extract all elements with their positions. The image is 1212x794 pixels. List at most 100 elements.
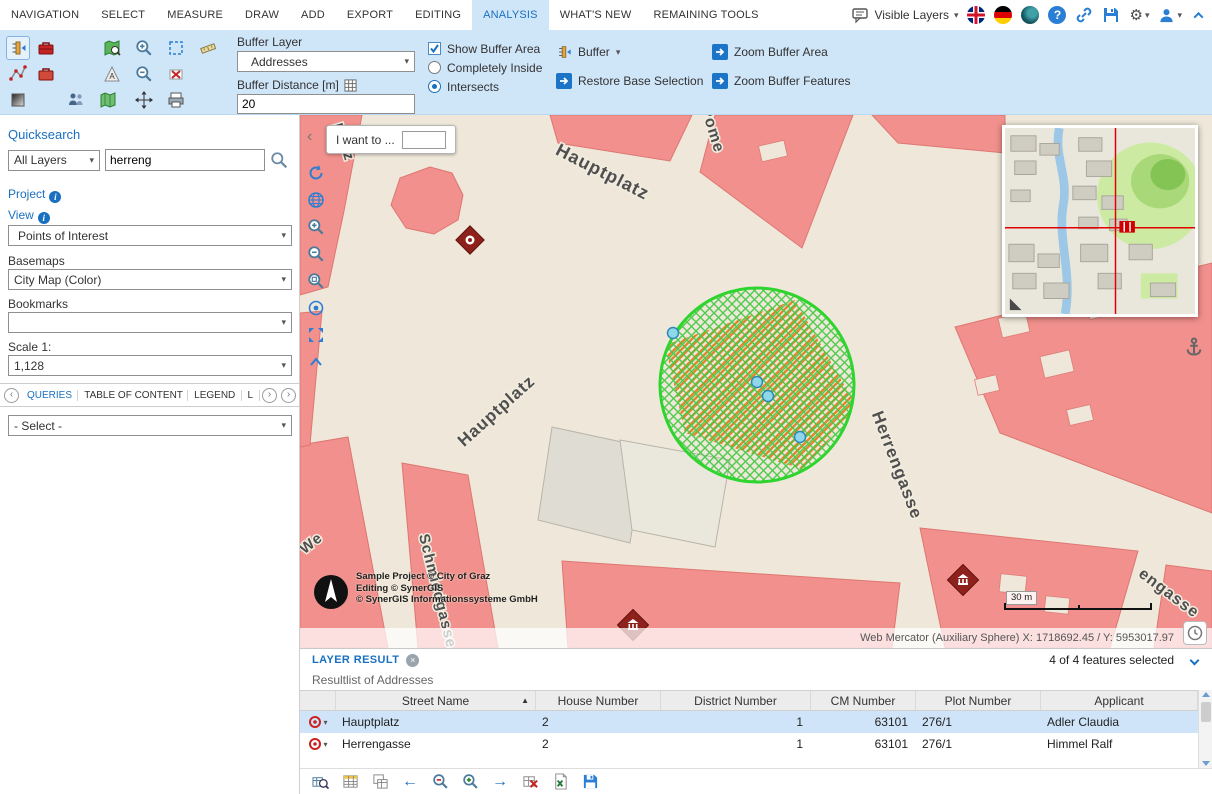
menu-editing[interactable]: EDITING (404, 0, 472, 30)
history-clock-icon[interactable] (1183, 621, 1207, 645)
checkbox-checked-icon[interactable] (428, 42, 441, 55)
overview-map[interactable] (1002, 125, 1198, 317)
menu-add[interactable]: ADD (290, 0, 336, 30)
tab-queries[interactable]: QUERIES (21, 390, 78, 401)
intersects-option[interactable]: Intersects (428, 77, 542, 96)
zoom-to-results-icon[interactable] (310, 772, 330, 792)
collapse-ribbon-icon[interactable] (1194, 11, 1204, 21)
scroll-thumb[interactable] (1201, 702, 1211, 722)
fullscreen-icon[interactable] (306, 325, 326, 345)
tabs-scroll-left-button[interactable]: ‹ (4, 388, 19, 403)
quicksearch-link[interactable]: Quicksearch (8, 127, 80, 142)
tabs-overflow-button[interactable]: › (281, 388, 296, 403)
tabs-scroll-right-button[interactable]: › (262, 388, 277, 403)
measure-tool-icon[interactable] (196, 36, 220, 60)
globe-icon[interactable] (306, 190, 326, 210)
zoom-buffer-area-button[interactable]: Zoom Buffer Area (712, 42, 851, 62)
row-target-icon[interactable] (308, 715, 322, 729)
buffer-button[interactable]: Buffer ▾ (556, 42, 703, 62)
next-result-button[interactable]: → (490, 772, 510, 792)
center-target-icon[interactable] (306, 298, 326, 318)
visible-layers-dropdown[interactable]: Visible Layers ▾ (851, 6, 958, 24)
polyline-measure-icon[interactable] (6, 62, 30, 86)
copy-table-icon[interactable] (370, 772, 390, 792)
buffer-distance-input[interactable] (237, 94, 415, 114)
header-house-number[interactable]: House Number (536, 691, 661, 710)
row-menu-caret-icon[interactable]: ▾ (323, 740, 327, 749)
toolbox-secondary-icon[interactable] (34, 62, 58, 86)
help-button[interactable]: ? (1048, 6, 1066, 24)
save-result-icon[interactable] (580, 772, 600, 792)
layer-result-tab[interactable]: LAYER RESULT (312, 654, 399, 666)
sidebar-collapse-icon[interactable]: ‹ (307, 129, 312, 145)
radio-selected-icon[interactable] (428, 80, 441, 93)
header-street-name[interactable]: Street Name▲ (336, 691, 536, 710)
export-xls-icon[interactable] (550, 772, 570, 792)
refresh-icon[interactable] (306, 163, 326, 183)
zoom-out-tool-icon[interactable] (132, 62, 156, 86)
anchor-overview-icon[interactable] (1184, 337, 1204, 357)
header-plot-number[interactable]: Plot Number (916, 691, 1041, 710)
users-tool-icon[interactable] (64, 88, 88, 112)
clear-result-selection-icon[interactable] (520, 772, 540, 792)
tab-legend[interactable]: LEGEND (188, 390, 241, 401)
view-select[interactable]: Points of Interest ▾ (8, 225, 292, 246)
row-menu-caret-icon[interactable]: ▾ (323, 718, 327, 727)
completely-inside-option[interactable]: Completely Inside (428, 58, 542, 77)
scroll-down-icon[interactable] (1202, 761, 1210, 766)
i-want-to-widget[interactable]: I want to ... (326, 125, 456, 154)
i-want-to-input[interactable] (402, 131, 446, 149)
table-row[interactable]: ▾ Herrengasse 2 1 63101 276/1 Himmel Ral… (300, 733, 1198, 755)
menu-remaining-tools[interactable]: REMAINING TOOLS (642, 0, 769, 30)
swipe-tool-icon[interactable] (6, 88, 30, 112)
scroll-up-icon[interactable] (1202, 692, 1210, 697)
view-info-icon[interactable]: i (38, 212, 50, 224)
zoom-out-result-icon[interactable] (430, 772, 450, 792)
menu-measure[interactable]: MEASURE (156, 0, 234, 30)
language-english-icon[interactable] (967, 6, 985, 24)
buffer-layer-select[interactable]: Addresses ▾ (237, 51, 415, 72)
map-search-icon[interactable] (100, 36, 124, 60)
language-german-icon[interactable] (994, 6, 1012, 24)
buffer-tool-icon[interactable] (6, 36, 30, 60)
tab-truncated[interactable]: L (242, 390, 260, 401)
table-row[interactable]: ▾ Hauptplatz 2 1 63101 276/1 Adler Claud… (300, 711, 1198, 733)
row-target-icon[interactable] (308, 737, 322, 751)
show-buffer-area-option[interactable]: Show Buffer Area (428, 39, 542, 58)
user-menu[interactable]: ▾ (1158, 7, 1182, 24)
menu-export[interactable]: EXPORT (336, 0, 404, 30)
zoom-buffer-features-button[interactable]: Zoom Buffer Features (712, 71, 851, 91)
project-info-icon[interactable]: i (49, 191, 61, 203)
chevron-up-icon[interactable] (306, 352, 326, 372)
pan-tool-icon[interactable] (132, 88, 156, 112)
zoom-extent-icon[interactable] (306, 271, 326, 291)
menu-analysis[interactable]: ANALYSIS (472, 0, 549, 30)
basemaps-select[interactable]: City Map (Color) ▾ (8, 269, 292, 290)
search-input[interactable] (105, 149, 265, 171)
radio-unselected-icon[interactable] (428, 61, 441, 74)
result-scrollbar[interactable] (1198, 690, 1212, 768)
layer-filter-select[interactable]: All Layers ▾ (8, 150, 100, 171)
header-cm-number[interactable]: CM Number (811, 691, 916, 710)
zoom-in-result-icon[interactable] (460, 772, 480, 792)
share-link-icon[interactable] (1075, 6, 1093, 24)
header-district-number[interactable]: District Number (661, 691, 811, 710)
map-viewport[interactable]: Hauptplatz Hauptplatz Herrengasse Pome S… (300, 115, 1212, 648)
close-result-icon[interactable]: × (406, 654, 419, 667)
header-applicant[interactable]: Applicant (1041, 691, 1198, 710)
previous-result-button[interactable]: ← (400, 772, 420, 792)
sort-asc-icon[interactable]: ▲ (521, 696, 529, 705)
menu-select[interactable]: SELECT (90, 0, 156, 30)
print-icon[interactable] (164, 88, 188, 112)
bookmarks-select[interactable]: ▾ (8, 312, 292, 333)
restore-base-selection-button[interactable]: Restore Base Selection (556, 71, 703, 91)
menu-draw[interactable]: DRAW (234, 0, 290, 30)
query-select[interactable]: - Select - ▾ (8, 415, 292, 436)
search-icon[interactable] (270, 151, 288, 169)
zoom-in-tool-icon[interactable] (132, 36, 156, 60)
map-tool-icon[interactable] (96, 88, 120, 112)
clear-selection-tool-icon[interactable] (164, 62, 188, 86)
scale-select[interactable]: 1,128 ▾ (8, 355, 292, 376)
collapse-panel-icon[interactable] (1190, 655, 1200, 665)
zoom-out-icon[interactable] (306, 244, 326, 264)
